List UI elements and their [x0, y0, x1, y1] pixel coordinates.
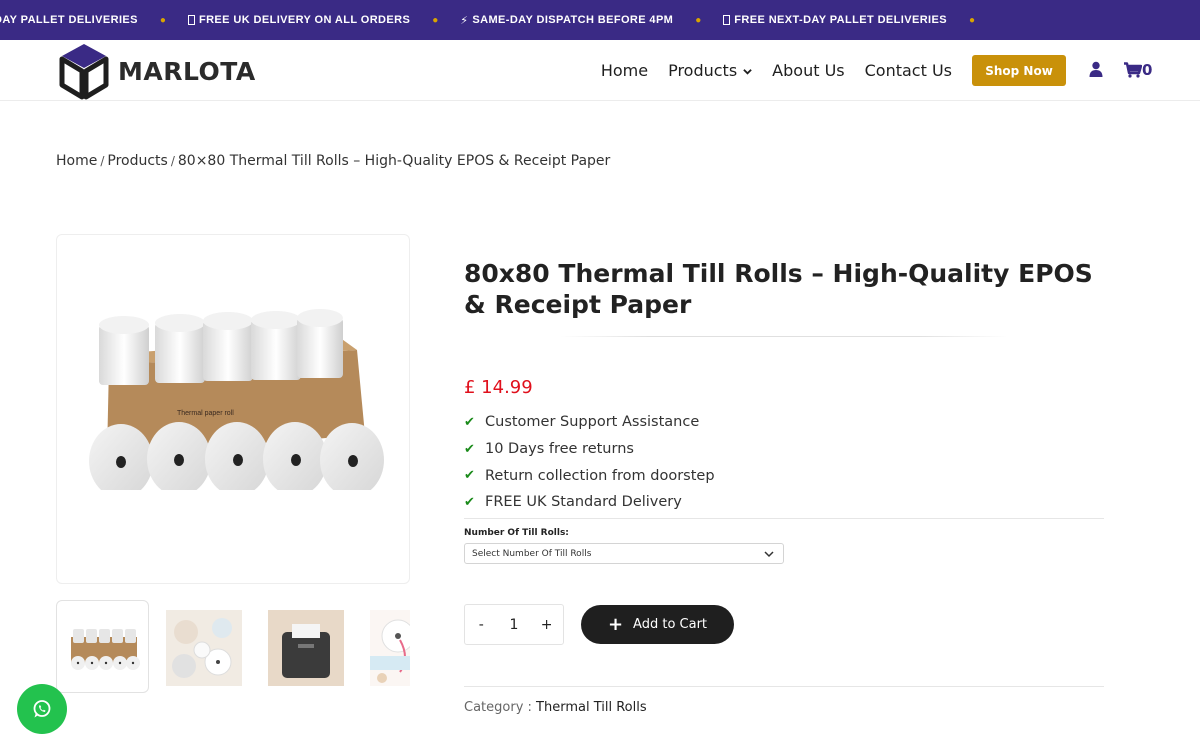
title-divider	[560, 336, 1008, 337]
nav-contact[interactable]: Contact Us	[865, 61, 952, 80]
qty-decrease-button[interactable]: -	[471, 617, 491, 633]
announcement-ticker: DAY PALLET DELIVERIES ● FREE UK DELIVERY…	[0, 0, 997, 40]
box-glyph-icon	[723, 15, 731, 25]
breadcrumb-home[interactable]: Home	[56, 153, 97, 169]
quantity-stepper: - 1 +	[464, 604, 564, 645]
cart-link[interactable]: 0	[1124, 61, 1152, 79]
qty-increase-button[interactable]: +	[537, 617, 557, 633]
announcement-text: DAY PALLET DELIVERIES	[0, 14, 138, 26]
shop-now-button[interactable]: Shop Now	[972, 55, 1066, 86]
add-to-cart-button[interactable]: + Add to Cart	[581, 605, 734, 644]
product-title: 80x80 Thermal Till Rolls – High-Quality …	[464, 259, 1093, 319]
product-price: £ 14.99	[464, 377, 533, 398]
till-rolls-select[interactable]: Select Number Of Till Rolls	[464, 543, 784, 564]
shopping-cart-icon	[1124, 62, 1142, 78]
thumbnail-image	[166, 610, 242, 686]
product-main-image[interactable]: Thermal paper roll	[56, 234, 410, 584]
brand-name: MARLOTA	[118, 56, 256, 86]
feature-item: ✔ 10 Days free returns	[464, 436, 715, 463]
announcement-bar: DAY PALLET DELIVERIES ● FREE UK DELIVERY…	[0, 0, 1200, 40]
nav-products[interactable]: Products	[668, 61, 752, 80]
select-value: Select Number Of Till Rolls	[472, 548, 592, 559]
whatsapp-chat-button[interactable]	[17, 684, 67, 734]
thumbnail-image	[370, 610, 410, 686]
breadcrumb-current: 80×80 Thermal Till Rolls – High-Quality …	[177, 153, 611, 169]
category-link[interactable]: Thermal Till Rolls	[536, 700, 647, 715]
feature-text: 10 Days free returns	[485, 441, 634, 458]
plus-icon: +	[607, 613, 624, 635]
nav-home[interactable]: Home	[601, 61, 648, 80]
feature-text: FREE UK Standard Delivery	[485, 494, 682, 511]
user-icon[interactable]	[1088, 61, 1104, 77]
check-icon: ✔	[464, 494, 475, 510]
feature-item: ✔ FREE UK Standard Delivery	[464, 489, 715, 516]
bullet-separator: ●	[695, 14, 702, 26]
breadcrumb: Home / Products/80×80 Thermal Till Rolls –…	[56, 153, 610, 169]
add-to-cart-label: Add to Cart	[633, 617, 708, 632]
till-rolls-photo: Thermal paper roll	[89, 309, 384, 490]
feature-list: ✔ Customer Support Assistance ✔ 10 Days fr…	[464, 409, 715, 516]
announcement-item: DAY PALLET DELIVERIES	[0, 14, 138, 26]
thumbnail-4[interactable]	[360, 600, 410, 693]
nav-home-label: Home	[600, 61, 649, 80]
thumbnail-3[interactable]	[258, 600, 351, 693]
nav-products-label: Products	[668, 61, 738, 80]
announcement-item: ⚡ SAME-DAY DISPATCH BEFORE 4PM	[460, 14, 673, 27]
nav-about-label: About Us	[772, 61, 845, 80]
cart-count: 0	[1142, 61, 1153, 79]
announcement-text: SAME-DAY DISPATCH BEFORE 4PM	[472, 14, 674, 26]
box-glyph-icon	[187, 15, 195, 25]
feature-text: Return collection from doorstep	[485, 467, 715, 484]
announcement-text: FREE NEXT-DAY PALLET DELIVERIES	[734, 14, 947, 26]
box-print-text: Thermal paper roll	[177, 410, 234, 417]
feature-item: ✔ Return collection from doorstep	[464, 462, 715, 489]
bullet-separator: ●	[159, 14, 166, 26]
thumbnail-strip	[56, 600, 410, 694]
check-icon: ✔	[464, 468, 475, 484]
bullet-separator: ●	[432, 14, 439, 26]
chevron-down-icon	[764, 551, 774, 558]
check-icon: ✔	[464, 414, 475, 430]
nav-about[interactable]: About Us	[772, 61, 844, 80]
feature-item: ✔ Customer Support Assistance	[464, 409, 715, 436]
thumbnail-image	[268, 610, 344, 686]
breadcrumb-separator: /	[100, 154, 105, 168]
features-divider	[464, 518, 1104, 519]
meta-divider	[464, 686, 1104, 687]
cube-logo-icon	[59, 44, 109, 100]
main-nav: Home Products About Us Contact Us	[581, 40, 952, 101]
thumbnail-image	[71, 629, 140, 670]
check-icon: ✔	[464, 441, 475, 457]
thumbnail-2[interactable]	[156, 600, 249, 693]
lightning-icon: ⚡	[460, 14, 469, 27]
bullet-separator: ●	[968, 14, 976, 26]
whatsapp-icon	[33, 700, 51, 718]
site-logo[interactable]: MARLOTA	[56, 42, 256, 100]
announcement-item: FREE UK DELIVERY ON ALL ORDERS	[187, 14, 411, 26]
product-category: Category : Thermal Till Rolls	[464, 700, 647, 715]
qty-input[interactable]: 1	[504, 617, 524, 633]
category-label: Category :	[464, 700, 532, 715]
variation-label: Number Of Till Rolls:	[464, 528, 569, 538]
breadcrumb-products[interactable]: Products	[107, 153, 167, 169]
announcement-item: FREE NEXT-DAY PALLET DELIVERIES	[723, 14, 947, 26]
site-header: MARLOTA Home Products About Us Contact U…	[0, 40, 1200, 101]
breadcrumb-separator: /	[170, 154, 175, 168]
nav-contact-label: Contact Us	[864, 61, 952, 80]
announcement-text: FREE UK DELIVERY ON ALL ORDERS	[198, 14, 411, 26]
feature-text: Customer Support Assistance	[485, 414, 700, 431]
thumbnail-1[interactable]	[56, 600, 149, 693]
chevron-down-icon	[743, 69, 752, 75]
